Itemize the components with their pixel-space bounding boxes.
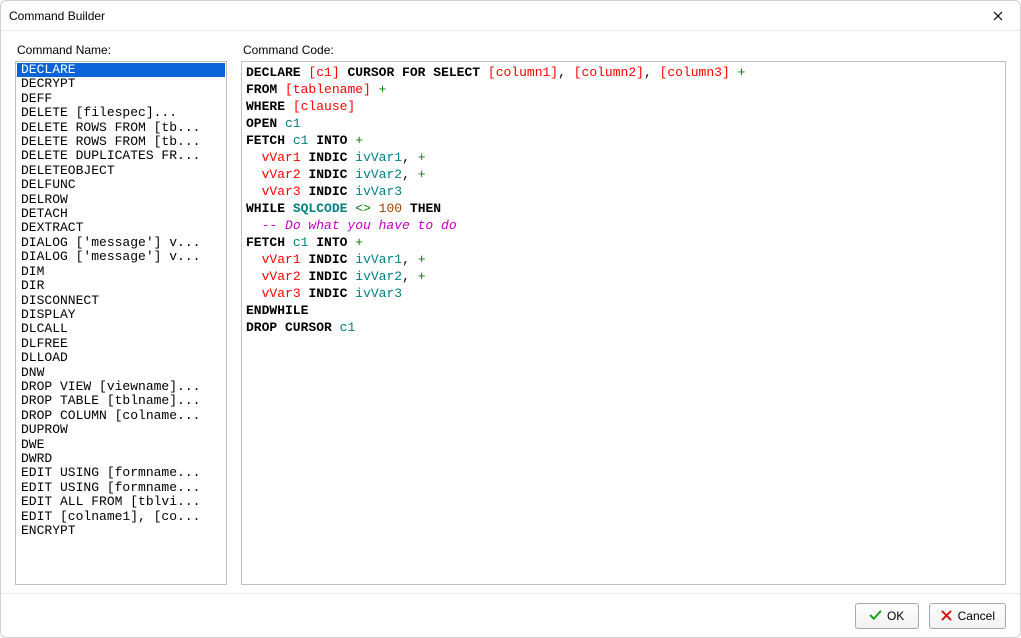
window-title: Command Builder xyxy=(9,9,984,23)
list-item[interactable]: DELETE [filespec]... xyxy=(17,106,225,120)
cancel-button-label: Cancel xyxy=(958,609,995,623)
list-item[interactable]: DWRD xyxy=(17,452,225,466)
command-code-column: Command Code: DECLARE [c1] CURSOR FOR SE… xyxy=(241,43,1006,585)
ok-button-label: OK xyxy=(887,609,904,623)
list-item[interactable]: DLCALL xyxy=(17,322,225,336)
list-item[interactable]: EDIT ALL FROM [tblvi... xyxy=(17,495,225,509)
code-line: DROP CURSOR c1 xyxy=(246,319,1001,336)
list-item[interactable]: DETACH xyxy=(17,207,225,221)
list-item[interactable]: DROP COLUMN [colname... xyxy=(17,409,225,423)
code-line: vVar1 INDIC ivVar1, + xyxy=(246,251,1001,268)
close-button[interactable] xyxy=(984,5,1012,27)
list-item[interactable]: DIM xyxy=(17,265,225,279)
dialog-body: Command Name: DECLAREDECRYPTDEFFDELETE [… xyxy=(1,31,1020,593)
list-item[interactable]: DIR xyxy=(17,279,225,293)
cancel-button[interactable]: Cancel xyxy=(929,603,1006,629)
code-line: vVar1 INDIC ivVar1, + xyxy=(246,149,1001,166)
list-item[interactable]: DIALOG ['message'] v... xyxy=(17,250,225,264)
ok-button[interactable]: OK xyxy=(855,603,919,629)
list-item[interactable]: DLLOAD xyxy=(17,351,225,365)
close-icon xyxy=(993,11,1003,21)
list-item[interactable]: DLFREE xyxy=(17,337,225,351)
command-code-label: Command Code: xyxy=(241,43,1006,57)
list-item[interactable]: EDIT [colname1], [co... xyxy=(17,510,225,524)
cancel-icon xyxy=(940,609,953,622)
list-item[interactable]: DEXTRACT xyxy=(17,221,225,235)
list-item[interactable]: DUPROW xyxy=(17,423,225,437)
code-line: -- Do what you have to do xyxy=(246,217,1001,234)
command-code-view[interactable]: DECLARE [c1] CURSOR FOR SELECT [column1]… xyxy=(241,61,1006,585)
code-line: vVar2 INDIC ivVar2, + xyxy=(246,268,1001,285)
list-item[interactable]: EDIT USING [formname... xyxy=(17,481,225,495)
dialog-footer: OK Cancel xyxy=(1,593,1020,637)
code-line: WHILE SQLCODE <> 100 THEN xyxy=(246,200,1001,217)
list-item[interactable]: DELETE DUPLICATES FR... xyxy=(17,149,225,163)
code-line: vVar2 INDIC ivVar2, + xyxy=(246,166,1001,183)
code-line: DECLARE [c1] CURSOR FOR SELECT [column1]… xyxy=(246,64,1001,81)
command-name-listbox[interactable]: DECLAREDECRYPTDEFFDELETE [filespec]...DE… xyxy=(15,61,227,585)
list-item[interactable]: DELETE ROWS FROM [tb... xyxy=(17,121,225,135)
code-line: FROM [tablename] + xyxy=(246,81,1001,98)
list-item[interactable]: DELROW xyxy=(17,193,225,207)
code-line: vVar3 INDIC ivVar3 xyxy=(246,183,1001,200)
command-name-label: Command Name: xyxy=(15,43,227,57)
command-builder-window: Command Builder Command Name: DECLAREDEC… xyxy=(0,0,1021,638)
list-item[interactable]: DISPLAY xyxy=(17,308,225,322)
code-line: ENDWHILE xyxy=(246,302,1001,319)
list-item[interactable]: ENCRYPT xyxy=(17,524,225,538)
titlebar: Command Builder xyxy=(1,1,1020,31)
list-item[interactable]: DELFUNC xyxy=(17,178,225,192)
command-name-column: Command Name: DECLAREDECRYPTDEFFDELETE [… xyxy=(15,43,227,585)
code-line: vVar3 INDIC ivVar3 xyxy=(246,285,1001,302)
list-item[interactable]: DNW xyxy=(17,366,225,380)
list-item[interactable]: DEFF xyxy=(17,92,225,106)
list-item[interactable]: DROP VIEW [viewname]... xyxy=(17,380,225,394)
code-line: FETCH c1 INTO + xyxy=(246,234,1001,251)
list-item[interactable]: EDIT USING [formname... xyxy=(17,466,225,480)
list-item[interactable]: DELETE ROWS FROM [tb... xyxy=(17,135,225,149)
code-line: WHERE [clause] xyxy=(246,98,1001,115)
check-icon xyxy=(869,609,882,622)
list-item[interactable]: DECRYPT xyxy=(17,77,225,91)
list-item[interactable]: DROP TABLE [tblname]... xyxy=(17,394,225,408)
code-line: OPEN c1 xyxy=(246,115,1001,132)
list-item[interactable]: DIALOG ['message'] v... xyxy=(17,236,225,250)
list-item[interactable]: DISCONNECT xyxy=(17,294,225,308)
list-item[interactable]: DECLARE xyxy=(17,63,225,77)
code-line: FETCH c1 INTO + xyxy=(246,132,1001,149)
list-item[interactable]: DWE xyxy=(17,438,225,452)
list-item[interactable]: DELETEOBJECT xyxy=(17,164,225,178)
